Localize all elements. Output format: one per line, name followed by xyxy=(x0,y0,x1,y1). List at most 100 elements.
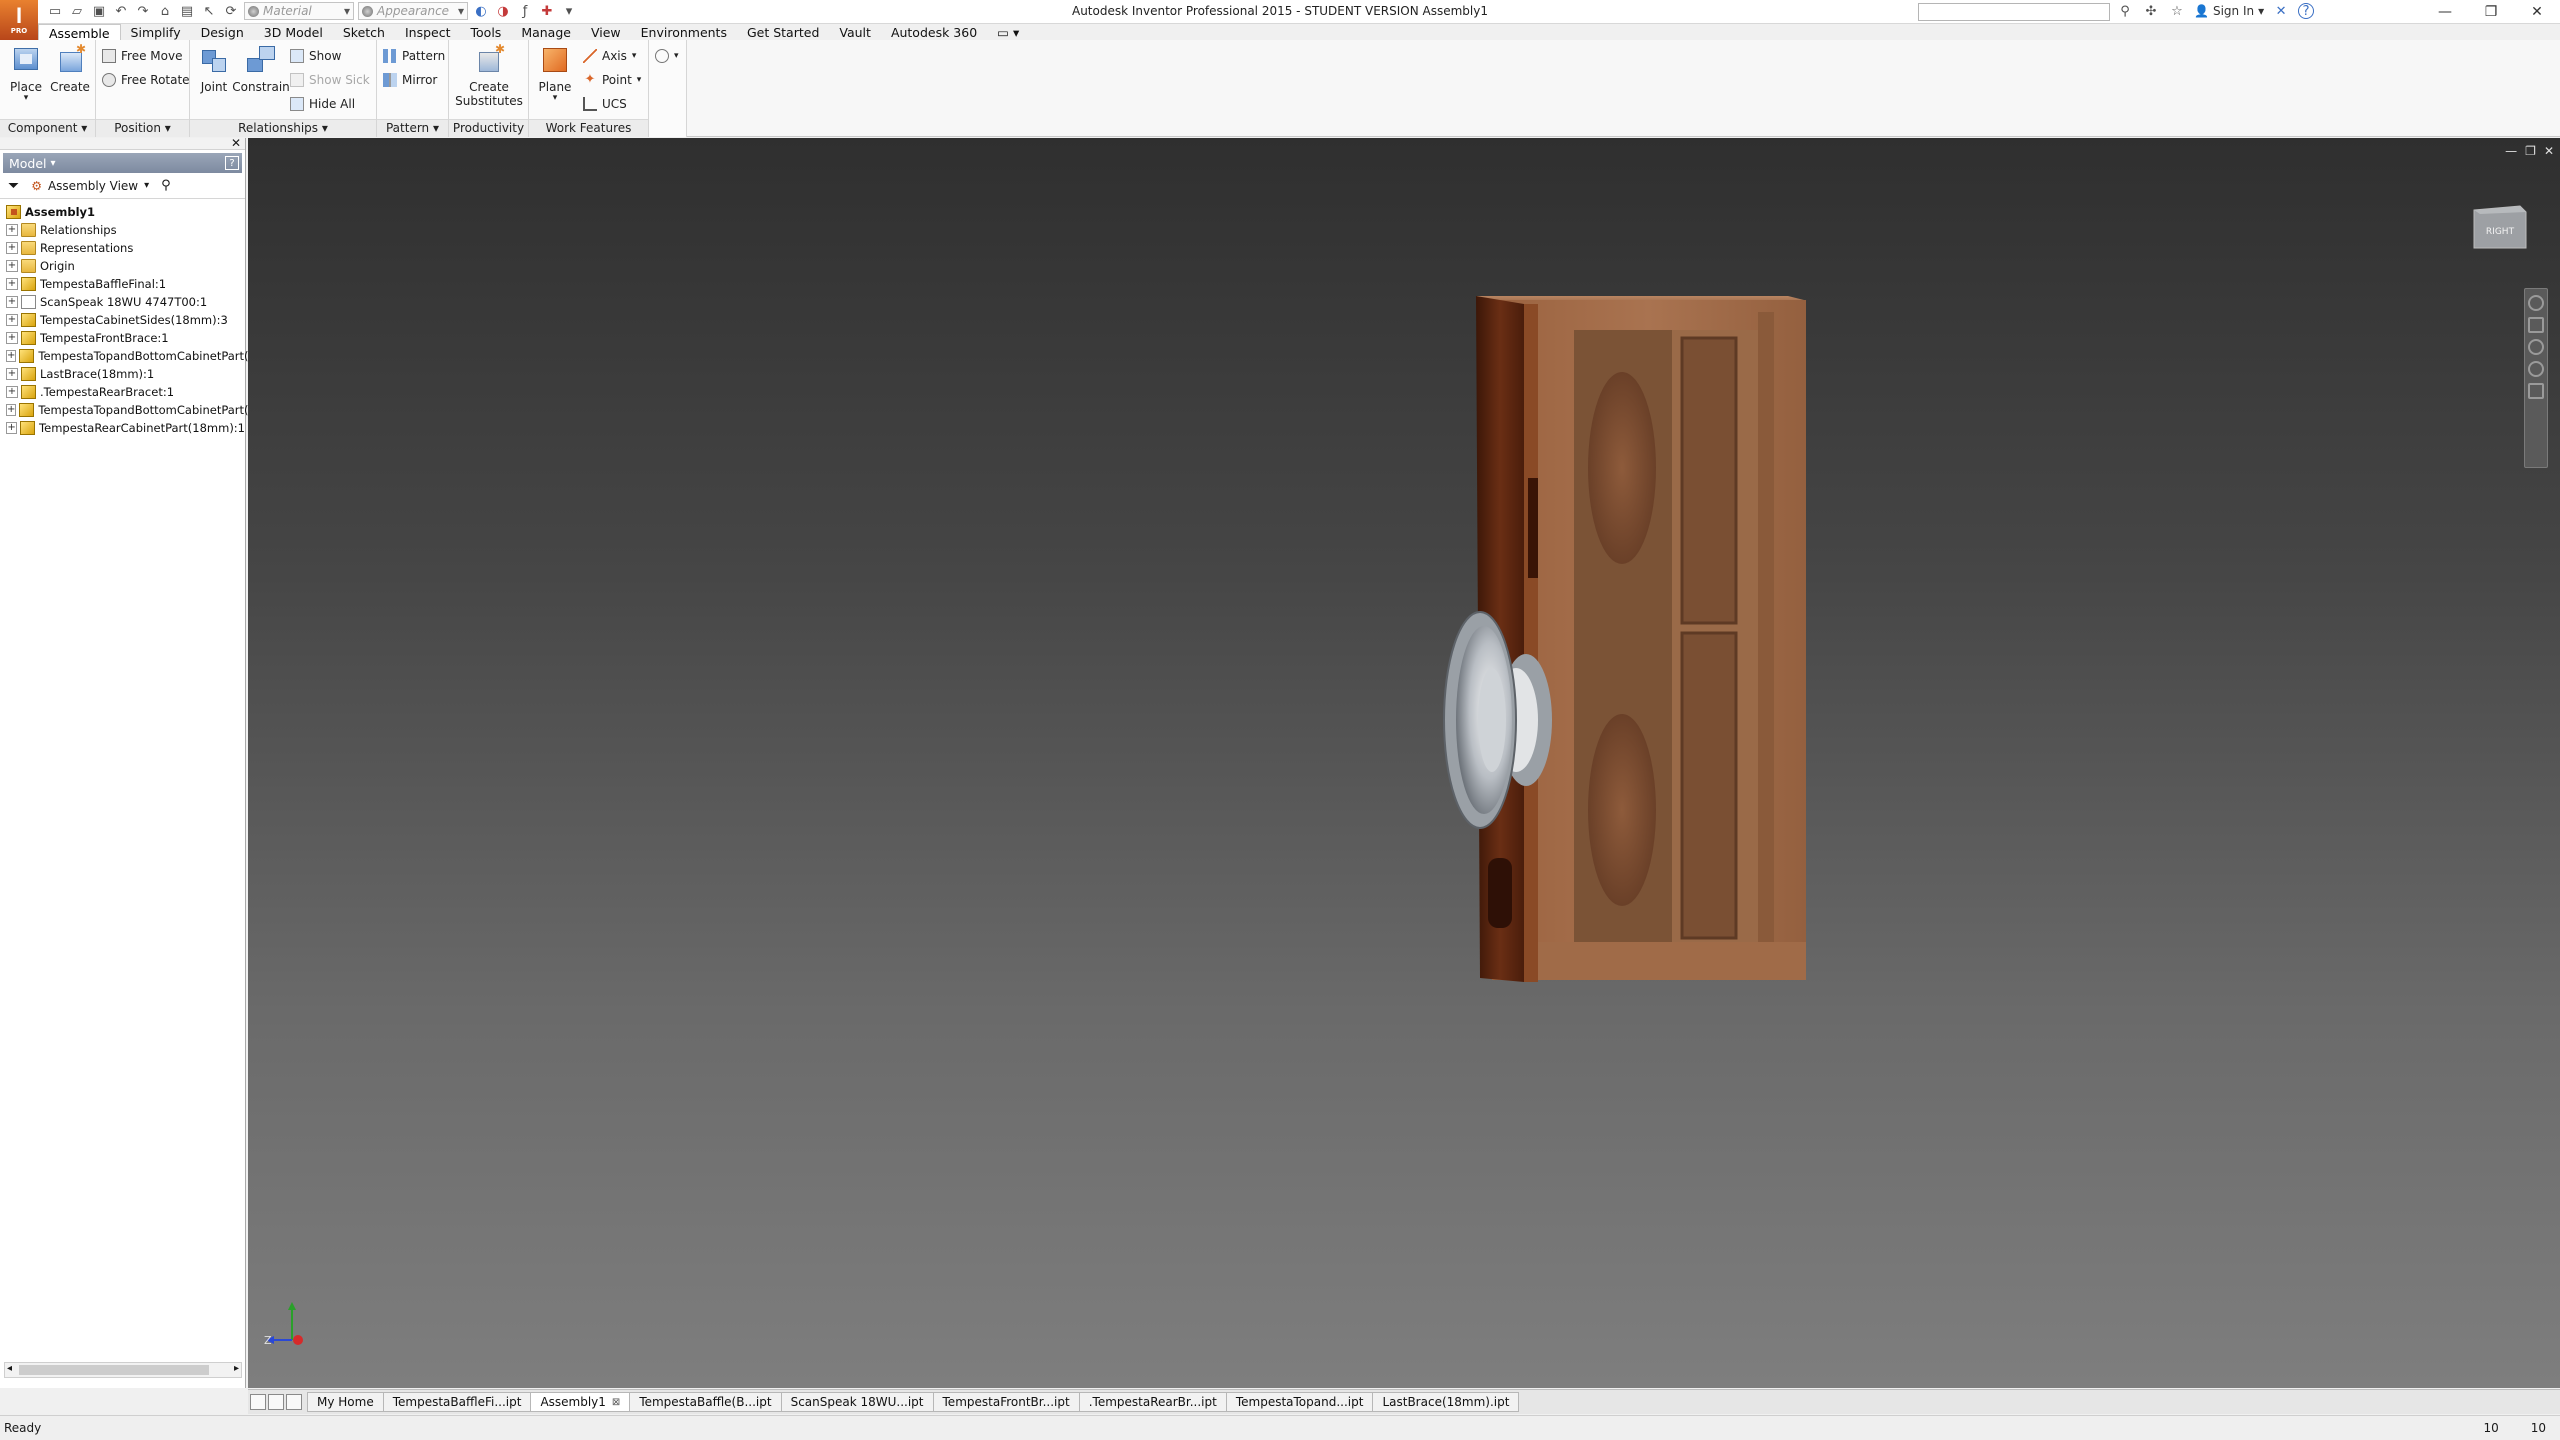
tree-node[interactable]: + LastBrace(18mm):1 xyxy=(6,365,245,383)
subscription-icon[interactable]: ✣ xyxy=(2142,2,2160,20)
steering-wheel-icon[interactable] xyxy=(2528,295,2544,311)
navigation-bar[interactable] xyxy=(2524,288,2548,468)
look-at-icon[interactable] xyxy=(2528,383,2544,399)
restore-icon[interactable]: ❐ xyxy=(2468,0,2514,24)
document-tab[interactable]: TempestaBaffleFi...ipt xyxy=(382,1392,532,1412)
expand-icon[interactable]: + xyxy=(6,404,17,416)
expand-icon[interactable]: + xyxy=(6,314,18,326)
home-icon[interactable]: ⌂ xyxy=(156,2,174,20)
tree-node[interactable]: + Origin xyxy=(6,257,245,275)
tab-tools[interactable]: Tools xyxy=(461,24,512,41)
axis-button[interactable]: Axis ▾ xyxy=(583,46,636,66)
tab-simplify[interactable]: Simplify xyxy=(121,24,191,41)
zoom-icon[interactable] xyxy=(2528,339,2544,355)
qat-customize-icon[interactable]: ▾ xyxy=(560,2,578,20)
target-icon[interactable]: ✚ xyxy=(538,2,556,20)
update-icon[interactable]: ⟳ xyxy=(222,2,240,20)
select-icon[interactable]: ↖ xyxy=(200,2,218,20)
show-sick-button[interactable]: Show Sick xyxy=(290,70,370,90)
browser-title-bar[interactable]: Model ▾ ? xyxy=(3,153,242,173)
place-button[interactable]: Place ▾ xyxy=(4,44,48,103)
tab-inspect[interactable]: Inspect xyxy=(395,24,461,41)
expand-icon[interactable]: + xyxy=(6,368,18,380)
expand-icon[interactable]: + xyxy=(6,260,18,272)
create-button[interactable]: ✱ Create xyxy=(48,43,92,94)
free-rotate-button[interactable]: Free Rotate xyxy=(102,70,190,90)
help-icon[interactable]: ? xyxy=(2298,3,2315,19)
tree-node[interactable]: + Relationships xyxy=(6,221,245,239)
exchange-apps-icon[interactable]: ✕ xyxy=(2272,2,2290,20)
open-icon[interactable]: ▱ xyxy=(68,2,86,20)
new-icon[interactable]: ▭ xyxy=(46,2,64,20)
hide-all-button[interactable]: Hide All xyxy=(290,94,355,114)
tree-node[interactable]: + ScanSpeak 18WU 4747T00:1 xyxy=(6,293,245,311)
free-move-button[interactable]: Free Move xyxy=(102,46,182,66)
tab-get-started[interactable]: Get Started xyxy=(737,24,829,41)
show-button[interactable]: Show xyxy=(290,46,341,66)
document-tab[interactable]: ScanSpeak 18WU...ipt xyxy=(780,1392,934,1412)
tree-node[interactable]: + TempestaTopandBottomCabinetPart(18m xyxy=(6,401,274,419)
plane-button[interactable]: Plane ▾ xyxy=(533,44,577,103)
mirror-button[interactable]: Mirror xyxy=(383,70,437,90)
ucs-button[interactable]: UCS xyxy=(583,94,627,114)
tree-node[interactable]: + TempestaCabinetSides(18mm):3 xyxy=(6,311,245,329)
binoculars-icon[interactable]: ⚲ xyxy=(161,178,171,193)
tab-overflow-icon[interactable]: ▭ ▾ xyxy=(987,24,1029,41)
scroll-left-icon[interactable]: ◂ xyxy=(7,1363,12,1374)
document-tab[interactable]: .TempestaRearBr...ipt xyxy=(1078,1392,1227,1412)
project-icon[interactable]: ▤ xyxy=(178,2,196,20)
relationships-panel-label[interactable]: Relationships ▾ xyxy=(190,119,376,137)
tree-node[interactable]: + TempestaFrontBrace:1 xyxy=(6,329,245,347)
tree-node[interactable]: + TempestaRearCabinetPart(18mm):1 xyxy=(6,419,245,437)
document-tab[interactable]: My Home xyxy=(307,1392,384,1412)
tile-icon[interactable] xyxy=(250,1394,266,1410)
help-search-input[interactable] xyxy=(1918,3,2110,21)
document-tab[interactable]: TempestaFrontBr...ipt xyxy=(932,1392,1080,1412)
browser-horizontal-scrollbar[interactable]: ◂ ▸ xyxy=(4,1362,242,1378)
filter-icon[interactable]: ⏷ xyxy=(8,178,19,194)
tree-node[interactable]: + TempestaTopandBottomCabinetPart(18m xyxy=(6,347,274,365)
close-icon[interactable]: ✕ xyxy=(231,136,241,150)
tree-root-assembly[interactable]: Assembly1 xyxy=(6,203,245,221)
expand-icon[interactable]: + xyxy=(6,224,18,236)
tree-node[interactable]: + Representations xyxy=(6,239,245,257)
pattern-button[interactable]: Pattern xyxy=(383,46,445,66)
save-icon[interactable]: ▣ xyxy=(90,2,108,20)
speaker-model[interactable] xyxy=(248,138,2560,1388)
tab-manage[interactable]: Manage xyxy=(511,24,581,41)
tab-design[interactable]: Design xyxy=(191,24,254,41)
tab-sketch[interactable]: Sketch xyxy=(333,24,395,41)
document-tab[interactable]: TempestaTopand...ipt xyxy=(1225,1392,1374,1412)
fx-icon[interactable]: ƒ xyxy=(516,2,534,20)
viewcube[interactable]: RIGHT xyxy=(2468,198,2528,250)
expand-icon[interactable]: + xyxy=(6,386,18,398)
scroll-right-icon[interactable]: ▸ xyxy=(234,1363,239,1374)
expand-icon[interactable]: + xyxy=(6,422,18,434)
document-tab[interactable]: Assembly1 ⊠ xyxy=(530,1392,631,1412)
application-menu-button[interactable]: I PRO xyxy=(0,0,38,40)
open-documents-icon[interactable] xyxy=(286,1394,302,1410)
orbit-icon[interactable] xyxy=(2528,361,2544,377)
expand-icon[interactable]: + xyxy=(6,332,18,344)
create-substitutes-button[interactable]: ✱ Create Substitutes xyxy=(455,43,523,108)
expand-icon[interactable]: + xyxy=(6,278,18,290)
close-tab-icon[interactable]: ⊠ xyxy=(612,1397,620,1408)
clear-appearance-icon[interactable]: ◐ xyxy=(472,2,490,20)
joint-button[interactable]: Joint xyxy=(192,44,236,94)
expand-icon[interactable]: + xyxy=(6,242,18,254)
point-button[interactable]: ✦ Point ▾ xyxy=(583,70,642,90)
tree-node[interactable]: + TempestaBaffleFinal:1 xyxy=(6,275,245,293)
expand-icon[interactable]: + xyxy=(6,296,18,308)
minimize-icon[interactable]: — xyxy=(2422,0,2468,24)
tab-autodesk-360[interactable]: Autodesk 360 xyxy=(881,24,987,41)
tab-environments[interactable]: Environments xyxy=(631,24,737,41)
expand-icon[interactable]: + xyxy=(6,350,17,362)
material-dropdown[interactable]: Material xyxy=(244,2,354,20)
adjust-icon[interactable]: ◑ xyxy=(494,2,512,20)
cascade-icon[interactable] xyxy=(268,1394,284,1410)
browser-help-icon[interactable]: ? xyxy=(225,156,239,170)
tab-3d-model[interactable]: 3D Model xyxy=(254,24,333,41)
position-panel-label[interactable]: Position ▾ xyxy=(96,119,189,137)
document-tab[interactable]: TempestaBaffle(B...ipt xyxy=(629,1392,782,1412)
close-icon[interactable]: ✕ xyxy=(2514,0,2560,24)
